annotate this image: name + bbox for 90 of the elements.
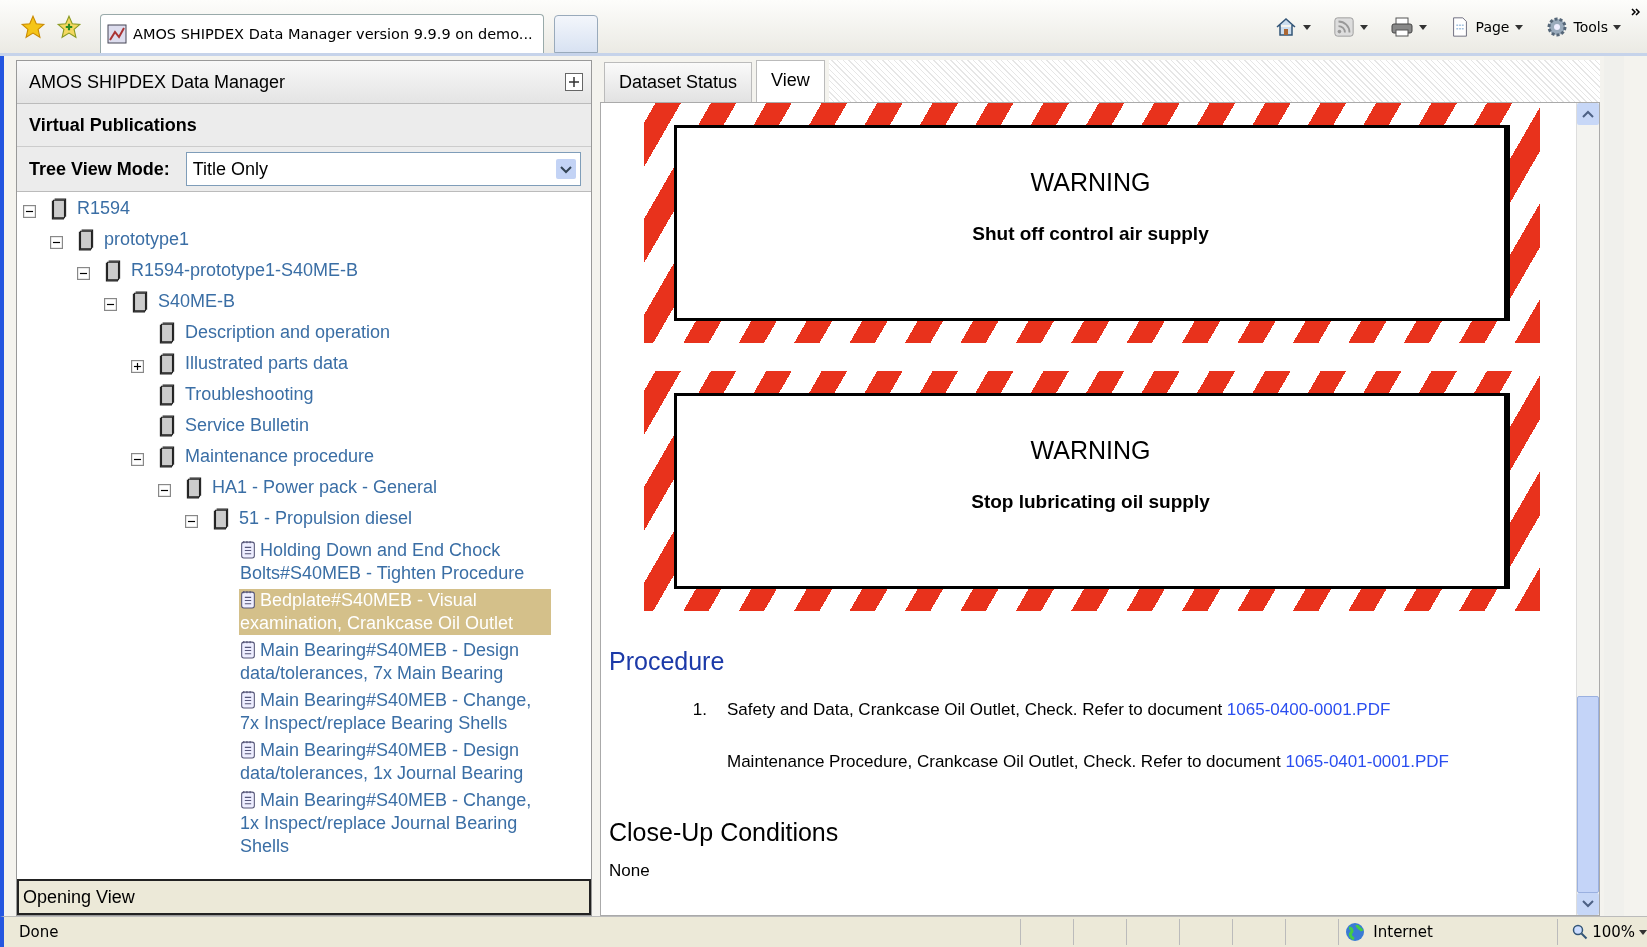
tree-item[interactable]: Maintenance procedure [184,446,376,467]
document-icon [240,640,256,659]
zoom-button[interactable]: 100% [1557,919,1647,945]
tree-item[interactable]: Description and operation [184,322,392,343]
globe-icon [1345,922,1366,942]
mode-dropdown[interactable]: Title Only [185,152,581,186]
tree-item[interactable]: HA1 - Power pack - General [211,477,439,498]
step-text: Maintenance Procedure, Crankcase Oil Outlet, Check. Refer to document 1065-0401-0001.PDF [727,752,1449,772]
scroll-thumb[interactable] [1577,696,1599,893]
caret-icon [1418,22,1427,31]
book-icon [158,446,176,468]
tree-item[interactable]: R1594-prototype1-S40ME-B [130,260,360,281]
expand-icon[interactable] [131,360,144,373]
warning-message: Shut off control air supply [972,223,1209,245]
document-icon [240,540,256,559]
page-button[interactable]: Page [1448,15,1523,38]
collapse-icon[interactable] [185,515,198,528]
collapse-icon[interactable] [131,453,144,466]
document-icon [240,690,256,709]
tree-item[interactable]: R1594 [76,198,132,219]
book-icon [77,229,95,251]
feed-icon [1332,15,1355,38]
command-label: Tools [1573,18,1608,35]
tools-button[interactable]: Tools [1544,14,1621,39]
document-icon [240,740,256,759]
book-icon [50,198,68,220]
feeds-button[interactable] [1332,15,1368,38]
section-heading: Close-Up Conditions [609,818,840,847]
zone-label: Internet [1373,923,1433,941]
tree-item[interactable]: Main Bearing#S40MEB - Design data/tolerances, 1x Journal Bearing [239,739,551,785]
warning-message: Stop lubricating oil supply [971,491,1210,513]
tree-item[interactable]: 51 - Propulsion diesel [238,508,414,529]
book-icon [158,415,176,437]
scrollbar[interactable] [1576,103,1599,915]
warning-title: WARNING [1030,436,1151,465]
book-icon [185,477,203,499]
collapse-icon[interactable] [50,236,63,249]
caret-icon [1639,928,1647,936]
book-icon [212,508,230,530]
mode-label: Tree View Mode: [29,158,170,180]
caret-icon [1359,22,1368,31]
tab[interactable]: View [756,60,825,102]
add-star-icon[interactable] [56,13,82,40]
step-text: Safety and Data, Crankcase Oil Outlet, Check. Refer to document 1065-0400-0001.PDF [727,700,1391,720]
collapse-icon[interactable] [23,205,36,218]
tree-item[interactable]: Service Bulletin [184,415,311,436]
scroll-up-icon[interactable] [1577,103,1599,125]
browser-tab[interactable]: AMOS SHIPDEX Data Manager version 9.9.9 on demo... [100,14,544,53]
document-link[interactable]: 1065-0400-0001.PDF [1226,700,1391,719]
print-button[interactable] [1389,14,1427,39]
conditions-text: None [609,861,651,881]
book-icon [104,260,122,282]
book-icon [158,384,176,406]
star-icon[interactable] [20,13,46,40]
chevron-icon[interactable] [1631,8,1641,18]
collapse-icon[interactable] [104,298,117,311]
magnifier-icon [1572,924,1589,940]
book-icon [131,291,149,313]
command-label: Page [1475,18,1510,35]
tree-item[interactable]: Troubleshooting [184,384,315,405]
collapse-icon[interactable] [77,267,90,280]
document-icon [240,790,256,809]
scroll-down-icon[interactable] [1577,893,1599,915]
page-scrollbar[interactable] [1604,56,1624,916]
panel-title: AMOS SHIPDEX Data Manager [29,71,286,93]
tree-item[interactable]: Illustrated parts data [184,353,350,374]
document-link[interactable]: 1065-0401-0001.PDF [1285,752,1449,771]
book-icon [158,353,176,375]
warning-title: WARNING [1030,168,1151,197]
tree-item[interactable]: Main Bearing#S40MEB - Change, 1x Inspect/replace Journal Bearing Shells [239,789,551,858]
tab[interactable]: Dataset Status [604,62,753,102]
tab-title: AMOS SHIPDEX Data Manager version 9.9.9 on demo... [133,26,533,42]
caret-icon [1302,22,1311,31]
book-icon [158,322,176,344]
tree-item[interactable]: Main Bearing#S40MEB - Design data/tolerances, 7x Main Bearing [239,639,551,685]
section-heading: Procedure [609,647,726,676]
document-icon [240,590,256,609]
tree-item[interactable]: S40ME-B [157,291,237,312]
printer-icon [1389,14,1414,39]
collapse-icon[interactable] [158,484,171,497]
section-title: Virtual Publications [17,104,591,147]
status-field: Opening View [17,879,591,915]
status-text: Done [19,923,60,941]
caret-icon [1613,22,1621,31]
app-icon [107,24,127,44]
tree-item[interactable]: Main Bearing#S40MEB - Change, 7x Inspect/replace Bearing Shells [239,689,551,735]
step-number: 1. [692,700,707,719]
caret-icon [1514,22,1523,31]
tree-item[interactable]: Holding Down and End Chock Bolts#S40MEB - Tighten Procedure [239,539,551,585]
tree-item[interactable]: prototype1 [103,229,191,250]
